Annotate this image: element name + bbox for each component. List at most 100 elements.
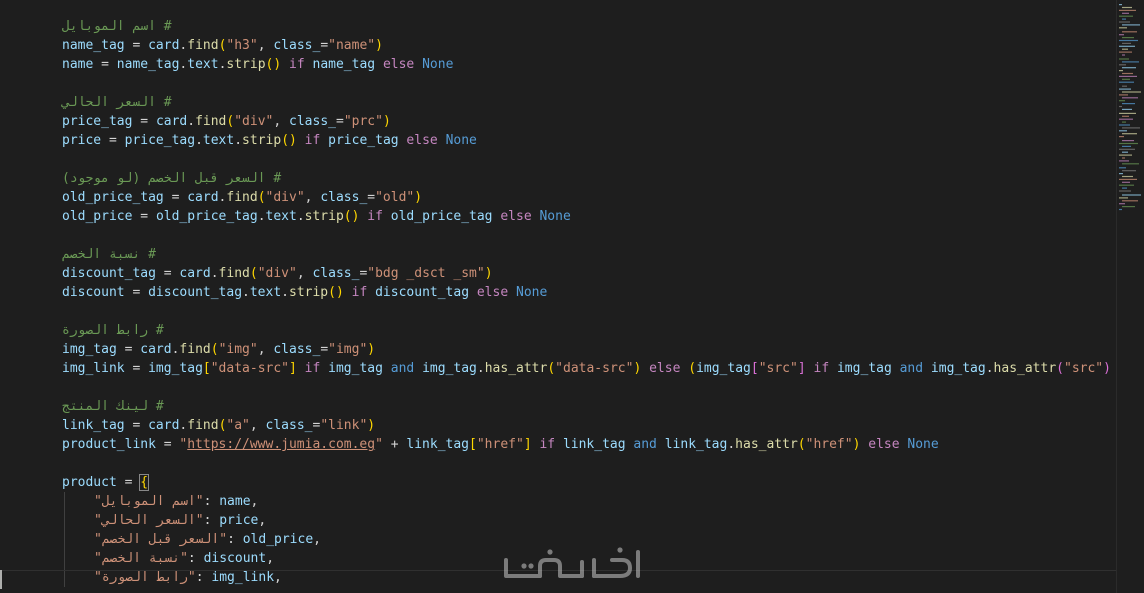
- code-line[interactable]: price = price_tag.text.strip() if price_…: [0, 131, 1116, 150]
- minimap-line: [1119, 136, 1124, 138]
- code-line[interactable]: "اسم الموبايل": name,: [0, 492, 1116, 511]
- code-line[interactable]: "السعر الحالي": price,: [0, 511, 1116, 530]
- minimap-line: [1122, 18, 1126, 20]
- code-line-content: # رابط الصورة: [62, 321, 164, 340]
- code-token: name_tag: [312, 57, 376, 72]
- code-area[interactable]: # اسم الموبايل name_tag = card.find("h3",…: [0, 17, 1116, 587]
- indent-guide: [64, 511, 65, 530]
- code-line[interactable]: discount_tag = card.find("div", class_="…: [0, 264, 1116, 283]
- code-token: and: [382, 361, 423, 376]
- code-token: find: [226, 190, 258, 205]
- code-token: strip: [289, 285, 329, 300]
- code-token: ,: [257, 342, 274, 357]
- code-token: "data-src": [210, 361, 290, 376]
- minimap-line: [1119, 148, 1135, 150]
- code-token: (): [343, 209, 360, 224]
- code-token: else: [398, 133, 446, 148]
- code-line[interactable]: [0, 74, 1116, 93]
- code-token: ): [375, 38, 383, 53]
- code-line[interactable]: img_link = img_tag["data-src"] if img_ta…: [0, 359, 1116, 378]
- code-token: =: [124, 361, 149, 376]
- minimap-line: [1122, 72, 1133, 75]
- code-line[interactable]: img_tag = card.find("img", class_="img"): [0, 340, 1116, 359]
- minimap-line: [1122, 133, 1137, 135]
- code-token: price_tag: [328, 133, 399, 148]
- code-token: ]: [797, 361, 806, 376]
- minimap-line: [1122, 127, 1140, 129]
- code-line[interactable]: [0, 454, 1116, 473]
- code-line[interactable]: name = name_tag.text.strip() if name_tag…: [0, 55, 1116, 74]
- minimap-line: [1119, 173, 1123, 175]
- minimap-line: [1119, 130, 1127, 132]
- minimap-line: [1119, 167, 1126, 169]
- code-token: "src": [1064, 361, 1104, 376]
- code-line[interactable]: [0, 378, 1116, 397]
- code-token: img_tag: [148, 361, 203, 376]
- code-token: class_: [265, 418, 313, 433]
- code-token: =: [116, 475, 141, 490]
- code-line[interactable]: # السعر قبل الخصم (لو موجود): [0, 169, 1116, 188]
- code-token: (): [328, 285, 344, 300]
- code-line[interactable]: link_tag = card.find("a", class_="link"): [0, 416, 1116, 435]
- minimap-line: [1119, 142, 1138, 145]
- code-token: "old": [375, 190, 415, 205]
- code-token: "div": [234, 114, 274, 129]
- code-token: "href": [476, 437, 524, 452]
- code-line[interactable]: product_link = "https://www.jumia.com.eg…: [0, 435, 1116, 454]
- code-token: .: [476, 361, 485, 376]
- code-line-content: name_tag = card.find("h3", class_="name"…: [62, 36, 383, 55]
- code-token: ): [414, 190, 423, 205]
- code-token: ,: [304, 190, 321, 205]
- code-line[interactable]: # نسبة الخصم: [0, 245, 1116, 264]
- code-token: if: [531, 437, 563, 452]
- minimap-line: [1122, 157, 1125, 159]
- code-line[interactable]: old_price = old_price_tag.text.strip() i…: [0, 207, 1116, 226]
- minimap-line: [1119, 203, 1125, 205]
- code-line[interactable]: # اسم الموبايل: [0, 17, 1116, 36]
- code-line[interactable]: [0, 302, 1116, 321]
- code-line[interactable]: product = {: [0, 473, 1116, 492]
- code-token: :: [195, 570, 212, 585]
- code-token: strip: [242, 133, 282, 148]
- code-line[interactable]: # السعر الحالي: [0, 93, 1116, 112]
- code-line-content: discount_tag = card.find("div", class_="…: [62, 264, 493, 283]
- code-token: ,: [313, 532, 321, 547]
- minimap-line: [1122, 31, 1137, 33]
- code-token: :: [227, 532, 243, 547]
- code-line-content: # السعر الحالي: [62, 93, 172, 112]
- code-token: if: [296, 361, 329, 376]
- minimap-line: [1122, 103, 1135, 105]
- code-line[interactable]: [0, 150, 1116, 169]
- minimap-line: [1119, 160, 1129, 162]
- minimap-line: [1119, 190, 1131, 192]
- code-line[interactable]: # لينك المنتج: [0, 397, 1116, 416]
- code-line[interactable]: discount = discount_tag.text.strip() if …: [0, 283, 1116, 302]
- code-token: (: [249, 266, 258, 281]
- code-line[interactable]: name_tag = card.find("h3", class_="name"…: [0, 36, 1116, 55]
- code-token: .: [210, 266, 219, 281]
- minimap[interactable]: [1116, 0, 1144, 593]
- code-line[interactable]: price_tag = card.find("div", class_="prc…: [0, 112, 1116, 131]
- code-token: =: [124, 285, 149, 300]
- watermark-logo-graphic: [504, 547, 640, 578]
- code-line-content: "اسم الموبايل": name,: [94, 492, 258, 511]
- minimap-line: [1122, 187, 1127, 189]
- code-token: text: [265, 209, 297, 224]
- code-token: ): [367, 418, 376, 433]
- code-token: ): [1103, 361, 1111, 376]
- code-token: =: [335, 114, 344, 129]
- minimap-line: [1119, 184, 1134, 186]
- minimap-line: [1122, 37, 1134, 39]
- code-token: link_tag: [664, 437, 728, 452]
- code-token: "السعر قبل الخصم": [94, 532, 228, 547]
- minimap-line: [1119, 15, 1133, 17]
- minimap-line: [1122, 115, 1129, 117]
- code-line[interactable]: old_price_tag = card.find("div", class_=…: [0, 188, 1116, 207]
- code-line[interactable]: # رابط الصورة: [0, 321, 1116, 340]
- code-token: # اسم الموبايل: [62, 19, 172, 34]
- code-token: ): [367, 342, 376, 357]
- code-token: old_price_tag: [62, 190, 164, 205]
- code-line[interactable]: [0, 226, 1116, 245]
- code-editor[interactable]: # اسم الموبايل name_tag = card.find("h3",…: [0, 0, 1116, 593]
- minimap-line: [1122, 91, 1141, 93]
